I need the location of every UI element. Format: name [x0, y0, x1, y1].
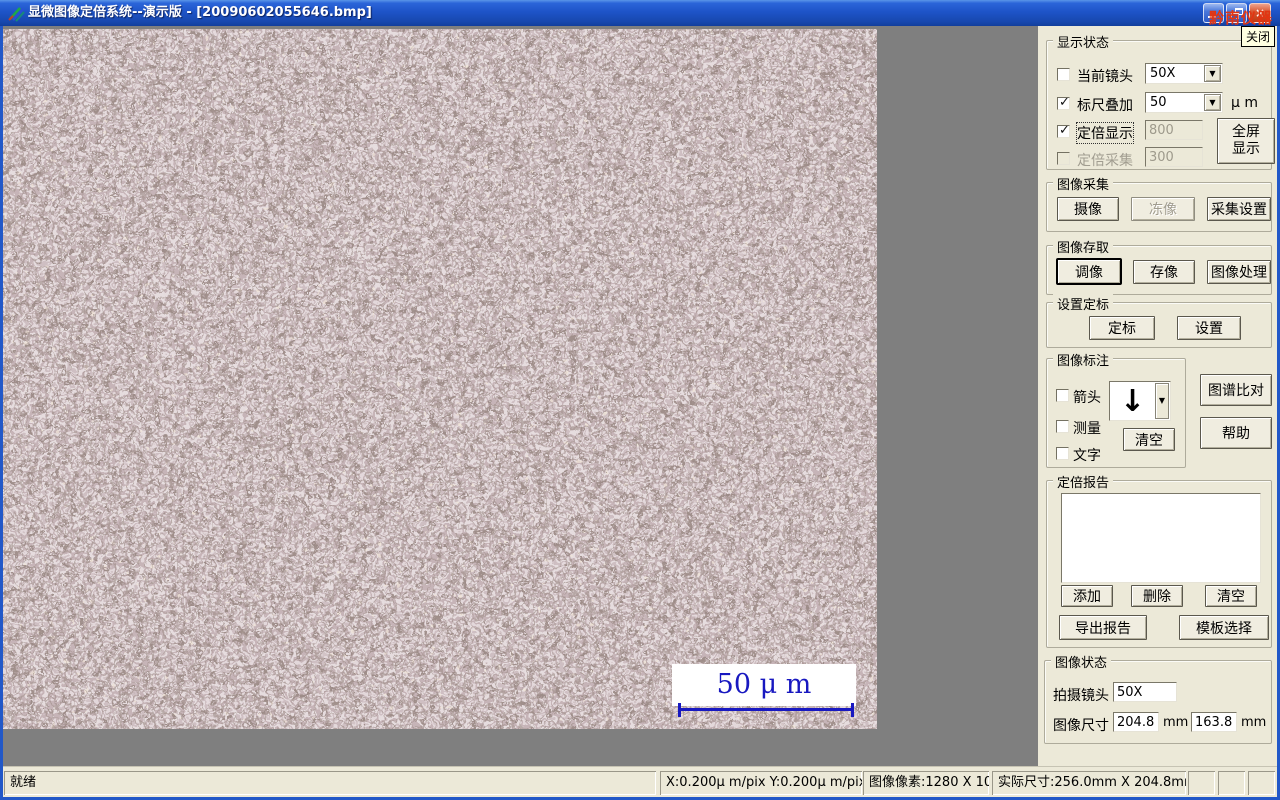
template-select-button[interactable]: 模板选择 — [1179, 615, 1269, 640]
shoot-lens-label: 拍摄镜头 — [1053, 688, 1109, 704]
window-title: 显微图像定倍系统--演示版 - [20090602055646.bmp] — [28, 5, 372, 20]
status-pixels: 图像像素:1280 X 1024 — [863, 771, 989, 795]
micrograph-image — [3, 29, 877, 729]
group-annotation: 图像标注 箭头 ↓ ▼ 测量 清空 文字 — [1046, 350, 1186, 468]
scale-overlay-value: 50 — [1150, 95, 1167, 110]
status-actual-size: 实际尺寸:256.0mm X 204.8mm — [992, 771, 1186, 795]
group-image-status: 图像状态 拍摄镜头 50X 图像尺寸 204.8 mm 163.8 mm — [1044, 652, 1272, 744]
arrow-label: 箭头 — [1073, 390, 1101, 406]
current-lens-combo[interactable]: 50X ▼ — [1145, 63, 1223, 84]
title-bar: 显微图像定倍系统--演示版 - [20090602055646.bmp] × — [0, 0, 1280, 26]
checkbox-fixed-capture — [1057, 152, 1070, 165]
check-icon: ✓ — [1059, 95, 1070, 110]
group-set-calibration: 设置定标 定标 设置 — [1046, 294, 1272, 348]
current-lens-label: 当前镜头 — [1077, 69, 1133, 85]
status-spare-1 — [1188, 771, 1215, 795]
current-lens-value: 50X — [1150, 66, 1176, 81]
group-image-storage-title: 图像存取 — [1053, 237, 1114, 256]
image-width-field[interactable]: 204.8 — [1113, 712, 1159, 732]
checkbox-fixed-display[interactable]: ✓ — [1057, 123, 1070, 138]
app-window: 显微图像定倍系统--演示版 - [20090602055646.bmp] × 黔… — [0, 0, 1280, 800]
group-report-title: 定倍报告 — [1053, 472, 1114, 491]
down-arrow-icon: ↓ — [1119, 383, 1146, 419]
calib-settings-button[interactable]: 设置 — [1177, 316, 1241, 340]
save-image-button[interactable]: 存像 — [1133, 260, 1195, 284]
micrograph-viewer[interactable]: 50 μ m — [3, 29, 877, 729]
scale-bar-line — [678, 703, 854, 717]
checkbox-measure[interactable] — [1056, 420, 1069, 433]
scale-overlay-label: 标尺叠加 — [1077, 98, 1133, 114]
chevron-down-icon: ▼ — [1209, 97, 1216, 107]
fixed-capture-field: 300 — [1145, 147, 1203, 167]
group-image-capture-title: 图像采集 — [1053, 174, 1114, 193]
status-bar: 就绪 X:0.200μ m/pix Y:0.200μ m/pix 图像像素:12… — [3, 766, 1277, 797]
group-image-status-title: 图像状态 — [1051, 652, 1112, 671]
report-delete-button[interactable]: 删除 — [1131, 585, 1183, 607]
status-resolution: X:0.200μ m/pix Y:0.200μ m/pix — [660, 771, 862, 795]
arrow-style-dropdown-button[interactable]: ▼ — [1155, 383, 1169, 419]
text-label: 文字 — [1073, 448, 1101, 464]
capture-settings-button[interactable]: 采集设置 — [1207, 197, 1271, 221]
atlas-compare-button[interactable]: 图谱比对 — [1200, 374, 1272, 406]
scale-overlay-dropdown-button[interactable]: ▼ — [1204, 94, 1221, 111]
scale-unit-label: μ m — [1231, 95, 1258, 111]
checkbox-arrow[interactable] — [1056, 389, 1069, 402]
image-height-field[interactable]: 163.8 — [1191, 712, 1237, 732]
group-display-status-title: 显示状态 — [1053, 32, 1114, 51]
current-lens-dropdown-button[interactable]: ▼ — [1204, 65, 1221, 82]
status-ready: 就绪 — [4, 771, 656, 795]
group-image-storage: 图像存取 调像 存像 图像处理 — [1046, 237, 1272, 295]
help-button[interactable]: 帮助 — [1200, 417, 1272, 449]
fixed-capture-label: 定倍采集 — [1077, 153, 1133, 169]
vendor-watermark: 黔南仪器 — [1209, 9, 1274, 27]
checkbox-scale-overlay[interactable]: ✓ — [1057, 95, 1070, 110]
status-spare-2 — [1218, 771, 1245, 795]
report-clear-button[interactable]: 清空 — [1205, 585, 1257, 607]
scale-bar-overlay: 50 μ m — [672, 664, 856, 706]
scale-overlay-combo[interactable]: 50 ▼ — [1145, 92, 1223, 113]
checkbox-current-lens[interactable] — [1057, 68, 1070, 81]
control-panel: 显示状态 当前镜头 50X ▼ ✓ 标尺叠加 50 ▼ μ m ✓ 定倍显示 8… — [1038, 26, 1277, 766]
chevron-down-icon: ▼ — [1158, 396, 1166, 405]
load-image-button[interactable]: 调像 — [1057, 259, 1121, 284]
image-size-label: 图像尺寸 — [1053, 718, 1109, 734]
status-spare-3 — [1248, 771, 1275, 795]
width-unit-label: mm — [1163, 715, 1189, 730]
report-listbox[interactable] — [1061, 493, 1261, 583]
arrow-style-combo[interactable]: ↓ ▼ — [1109, 381, 1171, 421]
measure-label: 测量 — [1073, 421, 1101, 437]
shoot-button[interactable]: 摄像 — [1057, 197, 1119, 221]
group-set-calibration-title: 设置定标 — [1053, 294, 1114, 313]
scale-bar-label: 50 μ m — [716, 669, 812, 700]
chevron-down-icon: ▼ — [1209, 68, 1216, 78]
calibrate-button[interactable]: 定标 — [1089, 316, 1155, 340]
height-unit-label: mm — [1241, 715, 1267, 730]
annotation-clear-button[interactable]: 清空 — [1123, 428, 1175, 451]
shoot-lens-field[interactable]: 50X — [1113, 682, 1177, 702]
group-image-capture: 图像采集 摄像 冻像 采集设置 — [1046, 174, 1272, 232]
group-report: 定倍报告 添加 删除 清空 导出报告 模板选择 — [1046, 472, 1272, 648]
group-annotation-title: 图像标注 — [1053, 350, 1114, 369]
image-process-button[interactable]: 图像处理 — [1207, 260, 1271, 284]
app-icon — [8, 7, 25, 22]
freeze-button: 冻像 — [1131, 197, 1195, 221]
fullscreen-button[interactable]: 全屏 显示 — [1217, 118, 1275, 164]
checkbox-text[interactable] — [1056, 447, 1069, 460]
fixed-display-field: 800 — [1145, 120, 1203, 140]
export-report-button[interactable]: 导出报告 — [1059, 615, 1147, 640]
report-add-button[interactable]: 添加 — [1061, 585, 1113, 607]
mdi-client-area: 50 μ m — [3, 26, 1038, 766]
group-display-status: 显示状态 当前镜头 50X ▼ ✓ 标尺叠加 50 ▼ μ m ✓ 定倍显示 8… — [1046, 32, 1275, 170]
close-tooltip: 关闭 — [1241, 26, 1276, 47]
fixed-display-label: 定倍显示 — [1076, 122, 1134, 144]
check-icon: ✓ — [1059, 123, 1070, 138]
